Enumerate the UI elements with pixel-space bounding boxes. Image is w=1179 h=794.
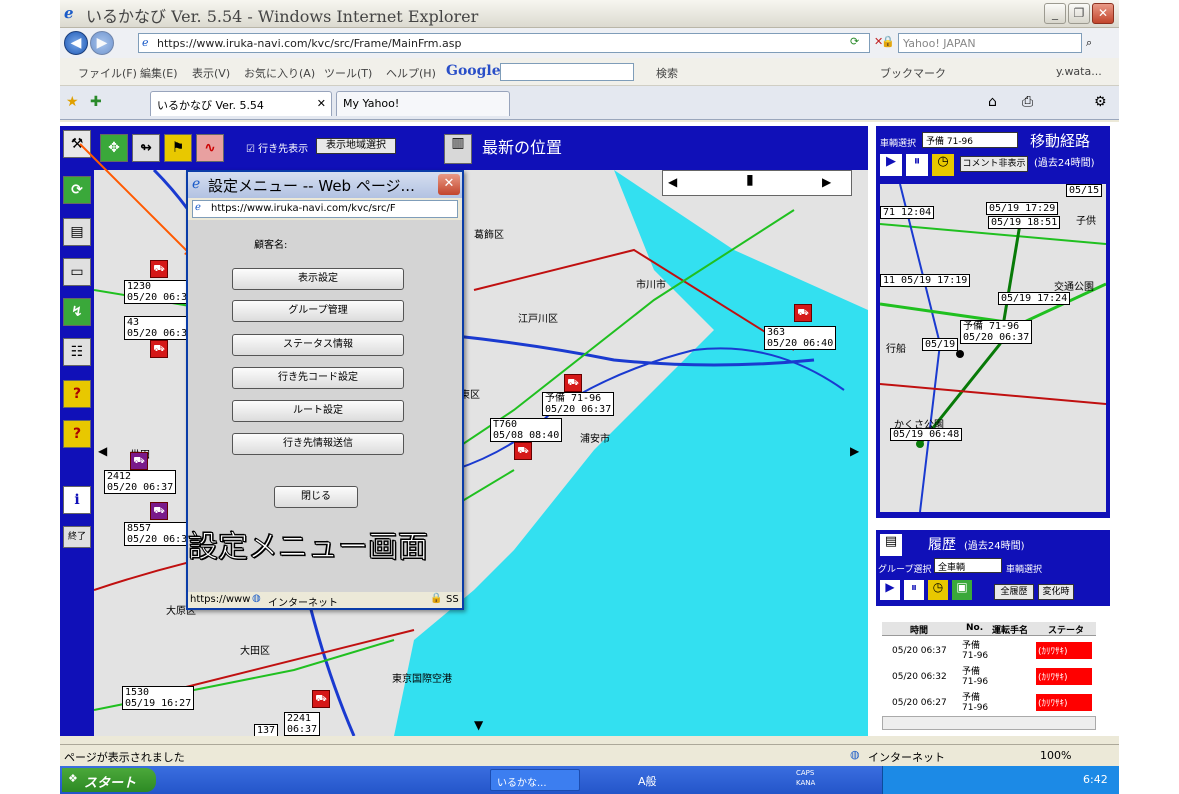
dialog-status-ss: SS — [446, 594, 459, 605]
ime-indicator[interactable]: A般 — [638, 773, 657, 789]
taskbar: スタート ❖ いるかな... A般 CAPS KANA 6:42 — [60, 766, 1119, 794]
dialog-close-icon[interactable]: ✕ — [438, 174, 460, 195]
caps-kana-indicator: CAPS KANA — [796, 769, 816, 787]
dialog-status-url: https://www — [190, 594, 251, 605]
ie-icon: ℯ — [192, 176, 201, 192]
dialog-status-zone: インターネット — [268, 598, 338, 609]
zoom-level[interactable]: 100% — [1040, 749, 1071, 762]
status-info-button[interactable]: ステータス情報 — [232, 334, 404, 356]
task-label: いるかな... — [497, 778, 547, 789]
start-label: スタート — [84, 776, 137, 791]
dialog-url: https://www.iruka-navi.com/kvc/src/F — [211, 203, 396, 214]
display-settings-button[interactable]: 表示設定 — [232, 268, 404, 290]
arrow-line — [79, 143, 197, 261]
page-icon: ℯ — [195, 202, 201, 213]
lock-icon: 🔒 — [430, 593, 443, 604]
close-dialog-button[interactable]: 閉じる — [274, 486, 358, 508]
windows-logo-icon: ❖ — [68, 772, 78, 785]
destination-code-button[interactable]: 行き先コード設定 — [232, 367, 404, 389]
status-zone: インターネット — [868, 751, 945, 764]
send-destination-button[interactable]: 行き先情報送信 — [232, 433, 404, 455]
globe-icon: ◍ — [252, 593, 261, 604]
route-settings-button[interactable]: ルート設定 — [232, 400, 404, 422]
dialog-address-bar: ℯ https://www.iruka-navi.com/kvc/src/F — [192, 200, 458, 218]
overlay-caption: 設定メニュー画面 — [188, 530, 429, 566]
taskbar-iruka-window[interactable]: いるかな... — [490, 769, 580, 791]
customer-label: 顧客名: — [254, 240, 288, 251]
status-text: ページが表示されました — [64, 751, 185, 764]
dialog-titlebar: ℯ 設定メニュー -- Web ページ... ✕ — [188, 172, 462, 198]
dialog-title: 設定メニュー -- Web ページ... — [208, 177, 415, 195]
globe-icon: ◍ — [850, 748, 860, 761]
dialog-statusbar: https://www ◍ インターネット 🔒 SS — [188, 592, 462, 609]
browser-statusbar: ページが表示されました ◍ インターネット 100% — [60, 744, 1119, 766]
group-management-button[interactable]: グループ管理 — [232, 300, 404, 322]
clock[interactable]: 6:42 — [1083, 773, 1108, 786]
system-tray: 6:42 — [882, 766, 1119, 794]
